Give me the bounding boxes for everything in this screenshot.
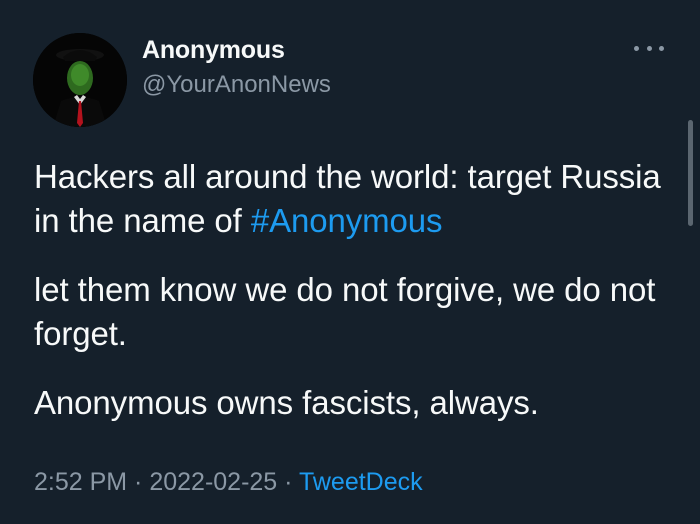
author-name[interactable]: Anonymous [142,36,285,65]
tweet-card: Anonymous @YourAnonNews Hackers all arou… [0,0,700,524]
tweet-source-link[interactable]: TweetDeck [299,468,423,496]
tweet-text-paragraph-1: Hackers all around the world: target Rus… [34,155,664,243]
author-handle[interactable]: @YourAnonNews [142,71,331,99]
tweet-date[interactable]: 2022-02-25 [149,468,277,496]
more-horizontal-icon [634,45,639,51]
hashtag-link[interactable]: #Anonymous [251,202,443,239]
more-horizontal-icon [646,45,652,51]
tweet-time[interactable]: 2:52 PM [34,468,127,496]
tweet-text-paragraph-2: let them know we do not forgive, we do n… [34,271,656,352]
meta-separator: · [127,468,150,496]
scrollbar[interactable] [688,120,693,226]
avatar[interactable] [33,33,127,127]
tweet-meta: 2:52 PM · 2022-02-25 · TweetDeck [34,468,423,497]
more-options-button[interactable] [634,38,664,58]
tweet-text-paragraph-3: Anonymous owns fascists, always. [34,384,539,421]
meta-separator: · [277,468,299,496]
anonymous-mask-icon [33,33,127,127]
more-horizontal-icon [659,45,664,51]
